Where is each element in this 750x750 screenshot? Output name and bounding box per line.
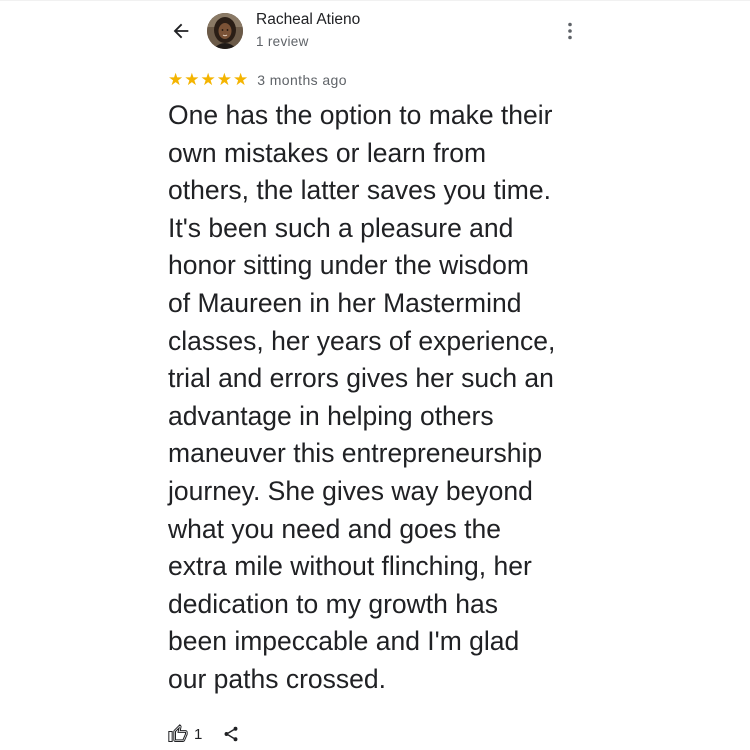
share-button[interactable] [222,725,240,743]
avatar-photo [207,13,243,49]
like-count: 1 [194,725,203,743]
review-text-line: our paths crossed. [168,663,387,694]
star-icon: ★ [200,70,216,89]
review-text-line: journey. She gives way beyond [168,475,533,506]
review-text-line: maneuver this entrepreneurship [168,438,543,469]
review-text-line: others, the latter saves you time. [168,175,551,206]
star-icon: ★ [168,70,184,89]
avatar[interactable] [207,13,243,49]
like-button[interactable]: 1 [168,724,202,744]
star-rating: ★ ★ ★ ★ ★ [168,71,248,89]
arrow-back-icon [173,23,189,39]
review-text-line: One has the option to make their [168,100,553,130]
review-text-line: extra mile without flinching, her [168,551,532,582]
review-text-line: trial and errors gives her such an [168,363,554,394]
star-icon: ★ [184,70,200,89]
review-actions: 1 [168,721,240,747]
thumb-up-icon [168,724,188,742]
review-text-line: classes, her years of experience, [168,325,556,356]
review-page: Racheal Atieno 1 review ★ ★ ★ ★ ★ 3 months a… [0,0,750,750]
review-text-line: been impeccable and I'm glad [168,626,520,657]
review-time: 3 months ago [257,72,347,88]
review-text-line: of Maureen in her Mastermind [168,287,522,318]
share-icon [224,726,238,742]
review-header: Racheal Atieno 1 review [0,0,750,62]
back-button[interactable] [166,18,196,44]
reviewer-name[interactable]: Racheal Atieno [256,11,360,29]
review-text-line: honor sitting under the wisdom [168,250,529,281]
more-vert-icon [568,22,572,40]
review-meta: ★ ★ ★ ★ ★ 3 months ago [168,70,347,90]
star-icon: ★ [216,70,232,89]
more-options-button[interactable] [558,18,582,44]
review-text-line: own mistakes or learn from [168,137,487,168]
star-icon: ★ [233,70,249,89]
review-text-line: dedication to my growth has [168,588,498,619]
review-text: One has the option to make their own mist… [168,97,598,699]
review-text-line: what you need and goes the [168,513,501,544]
review-text-line: advantage in helping others [168,400,494,431]
reviewer-review-count: 1 review [256,34,309,49]
review-text-line: It's been such a pleasure and [168,212,514,243]
